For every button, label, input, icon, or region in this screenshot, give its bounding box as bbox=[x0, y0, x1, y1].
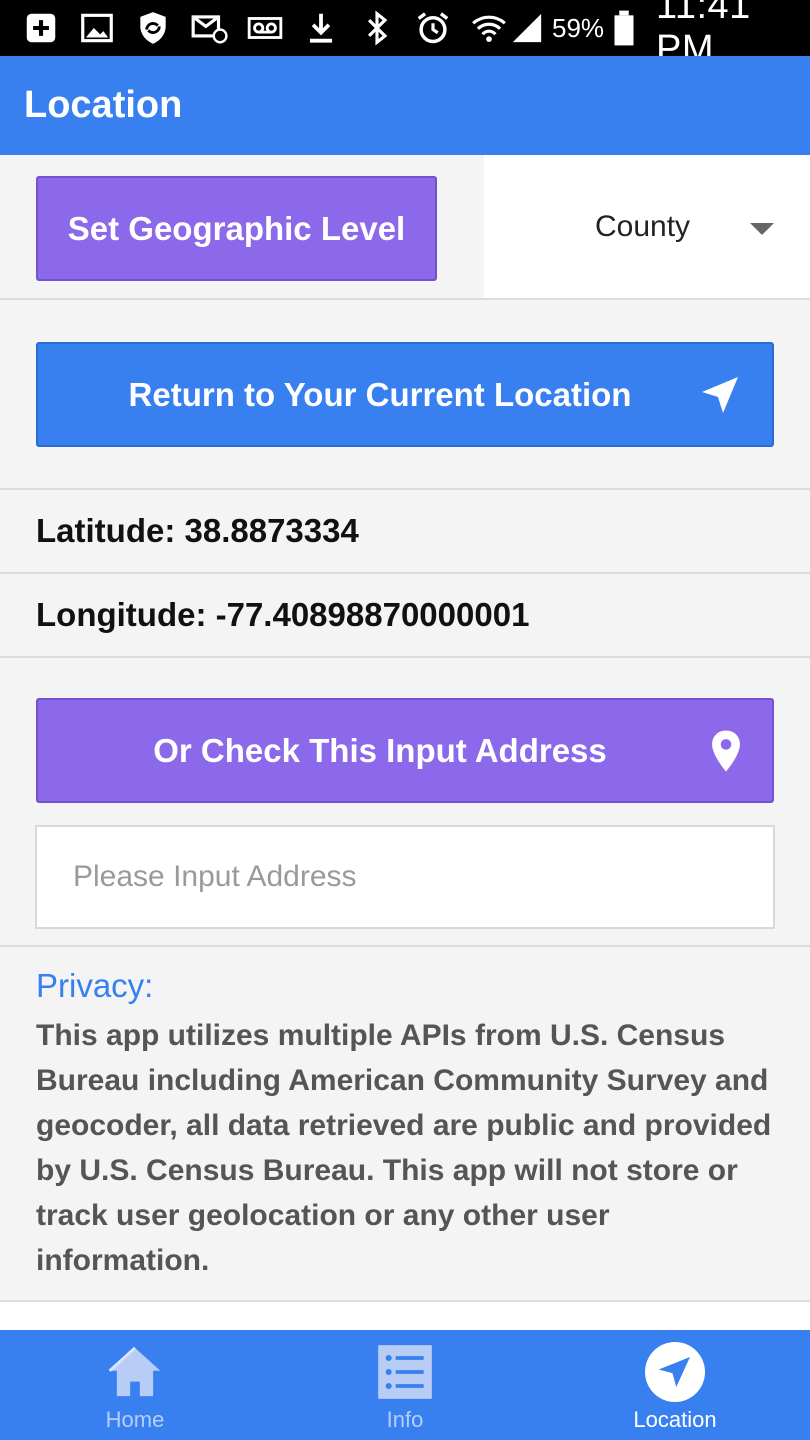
geographic-level-value: County bbox=[595, 209, 691, 243]
nav-label-info: Info bbox=[386, 1407, 424, 1432]
battery-percentage: 59% bbox=[552, 12, 605, 43]
bottom-navigation: Home Info Location bbox=[0, 1330, 810, 1440]
set-geographic-level-button[interactable]: Set Geographic Level bbox=[36, 176, 437, 281]
longitude-row: Longitude: -77.40898870000001 bbox=[0, 574, 810, 658]
check-address-label: Or Check This Input Address bbox=[153, 731, 607, 769]
battery-icon bbox=[612, 8, 636, 48]
alarm-icon bbox=[412, 8, 454, 48]
nav-label-location: Location bbox=[633, 1407, 717, 1432]
nav-label-home: Home bbox=[105, 1407, 165, 1432]
add-box-icon bbox=[20, 8, 62, 48]
mail-at-icon bbox=[188, 8, 230, 48]
nav-item-home[interactable]: Home bbox=[0, 1330, 270, 1440]
navigation-icon bbox=[645, 1342, 705, 1402]
status-bar: 59% 11:41 PM bbox=[0, 0, 810, 70]
check-input-address-button[interactable]: Or Check This Input Address bbox=[36, 698, 774, 803]
current-location-section: Return to Your Current Location bbox=[0, 300, 810, 490]
return-to-current-location-button[interactable]: Return to Your Current Location bbox=[36, 342, 774, 447]
page-title: Location bbox=[24, 84, 183, 126]
bluetooth-icon bbox=[356, 8, 398, 48]
content-bottom-spacer bbox=[0, 1302, 810, 1330]
map-pin-icon bbox=[708, 729, 744, 773]
address-section: Or Check This Input Address bbox=[0, 658, 810, 947]
navigation-arrow-icon bbox=[696, 371, 744, 419]
nav-item-info[interactable]: Info bbox=[270, 1330, 540, 1440]
app-bar: Location bbox=[0, 56, 810, 155]
wifi-icon bbox=[468, 8, 510, 48]
privacy-text: This app utilizes multiple APIs from U.S… bbox=[36, 1019, 772, 1277]
signal-icon bbox=[510, 8, 544, 48]
geographic-level-select[interactable]: County bbox=[484, 155, 810, 298]
home-icon bbox=[105, 1342, 165, 1402]
geographic-level-row: Set Geographic Level County bbox=[0, 155, 810, 300]
image-icon bbox=[76, 8, 118, 48]
shield-sync-icon bbox=[132, 8, 174, 48]
privacy-section: Privacy: This app utilizes multiple APIs… bbox=[0, 947, 810, 1302]
dropdown-caret-icon bbox=[750, 223, 774, 235]
voicemail-icon bbox=[244, 8, 286, 48]
nav-item-location[interactable]: Location bbox=[540, 1330, 810, 1440]
address-input[interactable] bbox=[35, 825, 775, 929]
privacy-title: Privacy: bbox=[36, 967, 154, 1004]
return-location-label: Return to Your Current Location bbox=[128, 375, 632, 413]
list-icon bbox=[375, 1342, 435, 1402]
latitude-value: Latitude: 38.8873334 bbox=[36, 512, 359, 549]
latitude-row: Latitude: 38.8873334 bbox=[0, 490, 810, 574]
download-icon bbox=[300, 8, 342, 48]
longitude-value: Longitude: -77.40898870000001 bbox=[36, 596, 530, 633]
